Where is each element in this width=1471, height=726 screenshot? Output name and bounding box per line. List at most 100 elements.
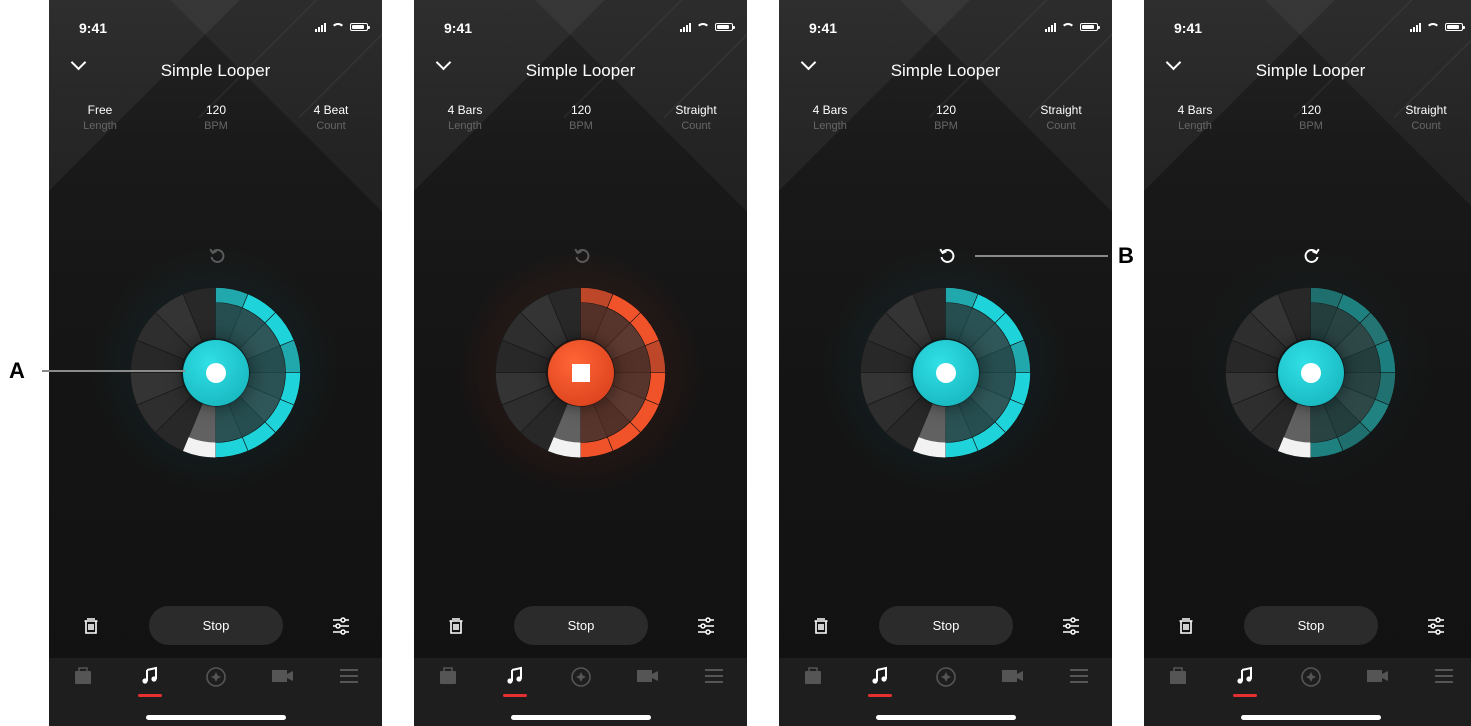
bpm-value: 120 bbox=[935, 103, 957, 117]
looper-dial[interactable] bbox=[1185, 247, 1436, 498]
signal-icon bbox=[680, 22, 691, 32]
count-value: 4 Beat bbox=[313, 103, 349, 117]
status-bar: 9:41 bbox=[1144, 14, 1471, 36]
tab-music[interactable] bbox=[135, 666, 165, 697]
page-title: Simple Looper bbox=[890, 61, 1001, 80]
clock: 9:41 bbox=[1174, 20, 1203, 36]
loop-settings: 4 Bars Length 120 BPM Straight Count bbox=[779, 103, 1112, 139]
tab-amp[interactable] bbox=[68, 666, 98, 694]
phone-screen-2: 9:41 Simple Looper 4 Bars Length 120 BPM S… bbox=[414, 0, 747, 726]
tab-video[interactable] bbox=[1363, 666, 1393, 694]
wifi-icon bbox=[1426, 22, 1440, 32]
tab-amp[interactable] bbox=[1163, 666, 1193, 694]
page-title: Simple Looper bbox=[1255, 61, 1366, 80]
stop-button[interactable]: Stop bbox=[149, 606, 283, 645]
count-value: Straight bbox=[1040, 103, 1082, 117]
tab-menu[interactable] bbox=[699, 666, 729, 694]
page-title: Simple Looper bbox=[525, 61, 636, 80]
active-tab-indicator bbox=[1233, 694, 1257, 697]
trash-icon[interactable] bbox=[812, 617, 830, 635]
tab-video[interactable] bbox=[268, 666, 298, 694]
tab-music[interactable] bbox=[1230, 666, 1260, 697]
record-button[interactable] bbox=[1277, 339, 1344, 406]
stop-square-icon bbox=[571, 363, 590, 382]
count-setting[interactable]: Straight Count bbox=[1386, 103, 1466, 132]
loop-settings: 4 Bars Length 120 BPM Straight Count bbox=[1144, 103, 1471, 139]
callout-label-b: B bbox=[1118, 243, 1134, 268]
length-setting[interactable]: 4 Bars Length bbox=[790, 103, 870, 132]
looper-dial[interactable] bbox=[455, 247, 706, 498]
tab-compass[interactable] bbox=[566, 666, 596, 694]
loop-settings: Free Length 120 BPM 4 Beat Count bbox=[49, 103, 382, 139]
record-button[interactable] bbox=[182, 339, 249, 406]
settings-sliders-icon[interactable] bbox=[332, 617, 350, 635]
record-dot-icon bbox=[205, 362, 226, 383]
tab-menu[interactable] bbox=[334, 666, 364, 694]
callout-line-b bbox=[975, 255, 1108, 257]
tab-music[interactable] bbox=[865, 666, 895, 697]
trash-icon[interactable] bbox=[1177, 617, 1195, 635]
bpm-setting[interactable]: 120 BPM bbox=[176, 103, 256, 132]
settings-sliders-icon[interactable] bbox=[1427, 617, 1445, 635]
trash-icon[interactable] bbox=[447, 617, 465, 635]
stop-button[interactable]: Stop bbox=[879, 606, 1013, 645]
tab-music[interactable] bbox=[500, 666, 530, 697]
battery-icon bbox=[350, 23, 370, 31]
phone-screen-3: 9:41 Simple Looper 4 Bars Length 120 BPM S… bbox=[779, 0, 1112, 726]
bpm-setting[interactable]: 120 BPM bbox=[541, 103, 621, 132]
count-setting[interactable]: 4 Beat Count bbox=[291, 103, 371, 132]
header: Simple Looper bbox=[414, 55, 747, 85]
length-label: Length bbox=[813, 120, 847, 132]
looper-dial[interactable] bbox=[820, 247, 1071, 498]
header: Simple Looper bbox=[49, 55, 382, 85]
bpm-label: BPM bbox=[934, 120, 958, 132]
signal-icon bbox=[315, 22, 326, 32]
tab-video[interactable] bbox=[998, 666, 1028, 694]
length-label: Length bbox=[448, 120, 482, 132]
settings-sliders-icon[interactable] bbox=[697, 617, 715, 635]
tab-compass[interactable] bbox=[201, 666, 231, 694]
length-setting[interactable]: 4 Bars Length bbox=[425, 103, 505, 132]
tab-compass[interactable] bbox=[931, 666, 961, 694]
active-tab-indicator bbox=[868, 694, 892, 697]
length-value: 4 Bars bbox=[447, 103, 483, 117]
tab-video[interactable] bbox=[633, 666, 663, 694]
home-indicator bbox=[876, 715, 1016, 720]
bpm-setting[interactable]: 120 BPM bbox=[1271, 103, 1351, 132]
tab-amp[interactable] bbox=[433, 666, 463, 694]
tab-amp[interactable] bbox=[798, 666, 828, 694]
settings-sliders-icon[interactable] bbox=[1062, 617, 1080, 635]
tab-compass[interactable] bbox=[1296, 666, 1326, 694]
phone-screen-4: 9:41 Simple Looper 4 Bars Length 120 BPM S… bbox=[1144, 0, 1471, 726]
length-label: Length bbox=[83, 120, 117, 132]
status-bar: 9:41 bbox=[414, 14, 747, 36]
bpm-setting[interactable]: 120 BPM bbox=[906, 103, 986, 132]
record-button[interactable] bbox=[912, 339, 979, 406]
status-bar: 9:41 bbox=[779, 14, 1112, 36]
count-label: Count bbox=[1046, 120, 1076, 132]
battery-icon bbox=[1080, 23, 1100, 31]
stop-recording-button[interactable] bbox=[547, 339, 614, 406]
bottom-controls: Stop bbox=[49, 606, 382, 646]
active-tab-indicator bbox=[503, 694, 527, 697]
length-value: 4 Bars bbox=[812, 103, 848, 117]
count-setting[interactable]: Straight Count bbox=[656, 103, 736, 132]
bottom-controls: Stop bbox=[414, 606, 747, 646]
stop-button[interactable]: Stop bbox=[1244, 606, 1378, 645]
record-dot-icon bbox=[935, 362, 956, 383]
wifi-icon bbox=[696, 22, 710, 32]
record-dot-icon bbox=[1300, 362, 1321, 383]
count-setting[interactable]: Straight Count bbox=[1021, 103, 1101, 132]
page-title: Simple Looper bbox=[160, 61, 271, 80]
tab-menu[interactable] bbox=[1064, 666, 1094, 694]
looper-dial[interactable] bbox=[90, 247, 341, 498]
bpm-value: 120 bbox=[570, 103, 592, 117]
length-setting[interactable]: 4 Bars Length bbox=[1155, 103, 1235, 132]
count-label: Count bbox=[316, 120, 346, 132]
callout-line-a bbox=[42, 370, 185, 372]
tab-menu[interactable] bbox=[1429, 666, 1459, 694]
length-setting[interactable]: Free Length bbox=[60, 103, 140, 132]
trash-icon[interactable] bbox=[82, 617, 100, 635]
bpm-value: 120 bbox=[205, 103, 227, 117]
stop-button[interactable]: Stop bbox=[514, 606, 648, 645]
